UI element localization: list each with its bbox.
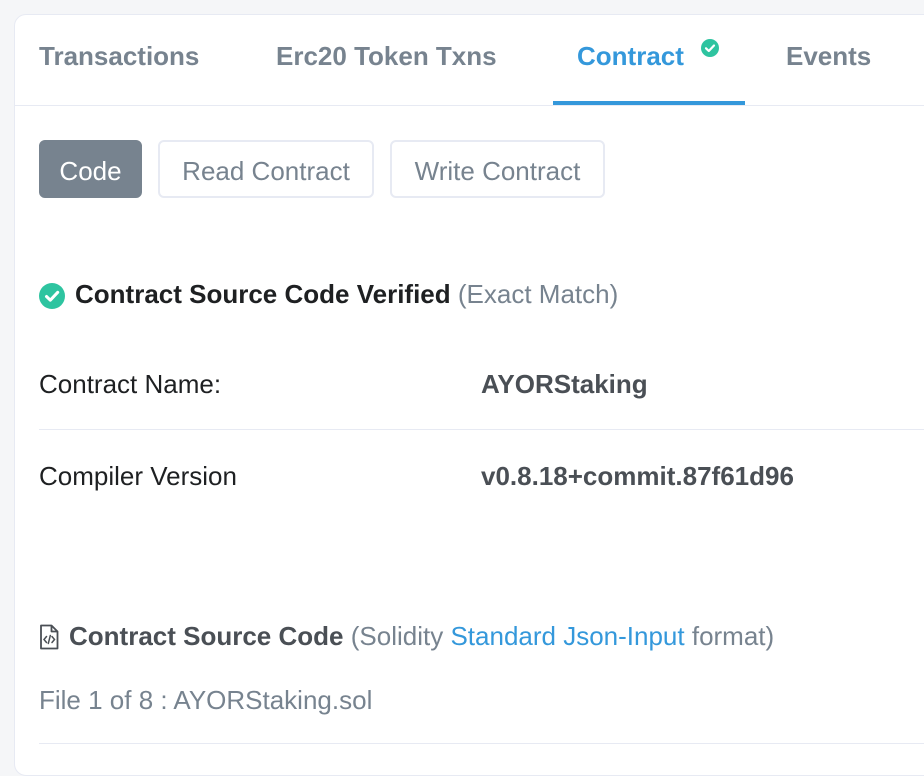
tab-events[interactable]: Events (786, 41, 871, 72)
compiler-version-value: v0.8.18+commit.87f61d96 (481, 461, 794, 491)
verified-match: (Exact Match) (457, 279, 619, 309)
source-code-heading: Contract Source Code (Solidity Standard … (69, 621, 774, 652)
code-box-top-edge (39, 743, 924, 744)
check-circle-icon (39, 283, 65, 309)
tab-bar: Transactions Erc20 Token Txns Contract E… (15, 15, 924, 106)
tab-erc20-token-txns[interactable]: Erc20 Token Txns (276, 41, 497, 72)
contract-name-label: Contract Name: (39, 369, 222, 399)
row-divider (39, 429, 924, 430)
active-tab-indicator (553, 101, 745, 105)
verified-title: Contract Source Code Verified (75, 279, 451, 309)
tab-transactions[interactable]: Transactions (39, 41, 199, 72)
tab-contract[interactable]: Contract (577, 41, 684, 72)
source-format-prefix: (Solidity (350, 621, 444, 651)
compiler-version-label: Compiler Version (39, 461, 237, 491)
source-format-suffix: format) (691, 621, 775, 651)
file-code-icon (39, 624, 59, 650)
source-code-title: Contract Source Code (69, 621, 344, 651)
contract-card: Transactions Erc20 Token Txns Contract E… (14, 14, 924, 776)
file-name: File 1 of 8 : AYORStaking.sol (39, 685, 373, 715)
read-contract-button[interactable]: Read Contract (158, 140, 374, 198)
check-circle-icon (701, 39, 719, 57)
code-button[interactable]: Code (39, 140, 142, 198)
standard-json-input-link[interactable]: Standard Json-Input (450, 621, 684, 651)
write-contract-button[interactable]: Write Contract (390, 140, 605, 198)
contract-name-value: AYORStaking (481, 369, 648, 399)
verified-status: Contract Source Code Verified (Exact Mat… (75, 279, 618, 310)
